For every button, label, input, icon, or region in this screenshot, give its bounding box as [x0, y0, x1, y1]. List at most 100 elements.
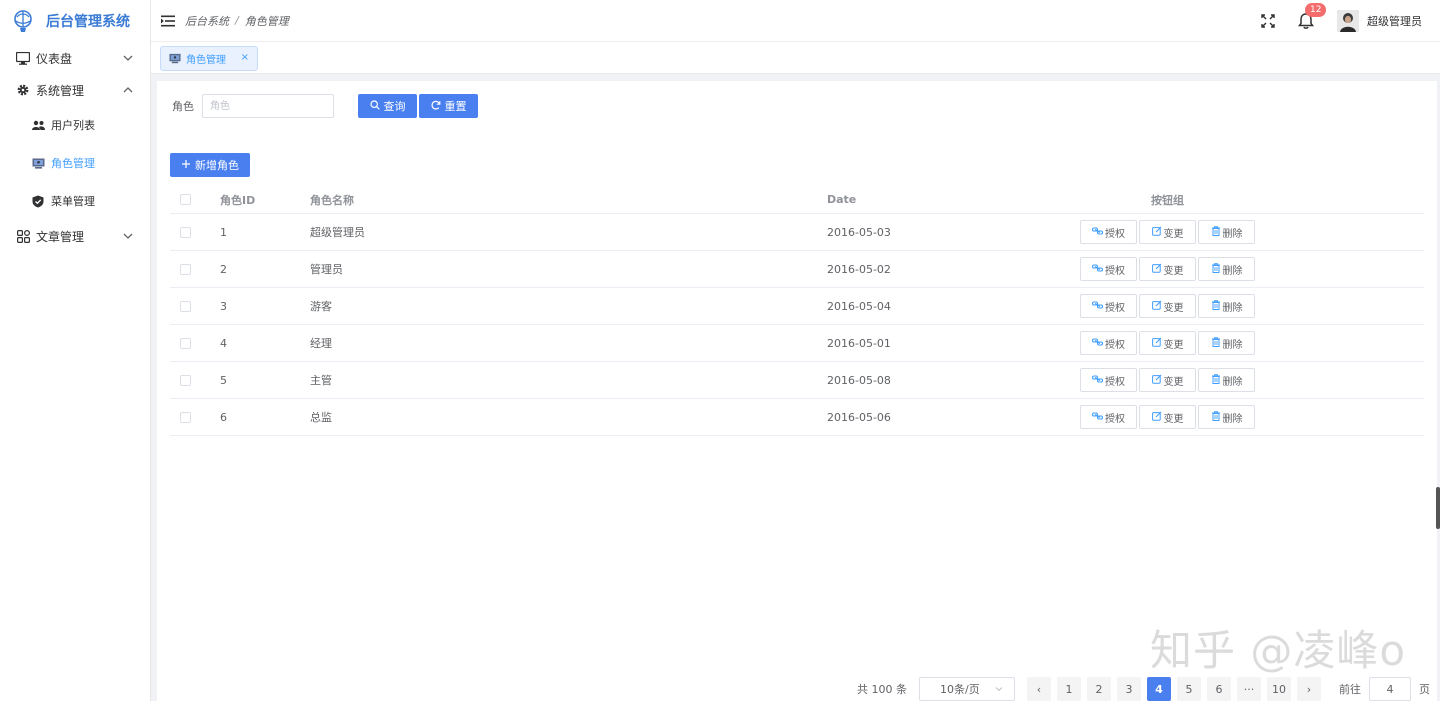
edit-button[interactable]: 变更: [1139, 257, 1196, 281]
add-role-label: 新增角色: [195, 159, 239, 172]
next-page-button[interactable]: ›: [1297, 677, 1321, 701]
page-button[interactable]: 4: [1147, 677, 1171, 701]
delete-button[interactable]: 删除: [1198, 405, 1255, 429]
table-row: 3 游客 2016-05-04 授权 变更 删除: [170, 288, 1424, 325]
edit-button[interactable]: 变更: [1139, 220, 1196, 244]
cell-date: 2016-05-06: [827, 410, 891, 424]
sidebar-item-menus[interactable]: 菜单管理: [0, 182, 150, 220]
scrollbar-thumb[interactable]: [1436, 487, 1440, 529]
row-checkbox[interactable]: [180, 226, 191, 238]
column-header-id: 角色ID: [220, 193, 256, 207]
menu-toggle-icon[interactable]: [161, 15, 175, 27]
row-checkbox[interactable]: [180, 263, 191, 275]
page-size-value: 10条/页: [940, 683, 980, 696]
row-checkbox[interactable]: [180, 300, 191, 312]
notification-badge: 12: [1305, 3, 1327, 17]
page-size-select[interactable]: 10条/页: [919, 677, 1015, 701]
tag-roles[interactable]: 角色管理 ×: [160, 46, 258, 71]
page-button[interactable]: 2: [1087, 677, 1111, 701]
edit-button[interactable]: 变更: [1139, 331, 1196, 355]
edit-button[interactable]: 变更: [1139, 405, 1196, 429]
users-icon: [32, 119, 45, 132]
delete-button[interactable]: 删除: [1198, 294, 1255, 318]
pagination: 共 100 条 10条/页 ‹ 123456···10 › 前往 页: [857, 677, 1430, 701]
goto-page-input[interactable]: [1369, 677, 1411, 701]
avatar[interactable]: [1337, 10, 1359, 32]
edit-button[interactable]: 变更: [1139, 294, 1196, 318]
delete-button[interactable]: 删除: [1198, 331, 1255, 355]
sidebar-item-users[interactable]: 用户列表: [0, 106, 150, 144]
authorize-button[interactable]: 授权: [1080, 331, 1137, 355]
edit-label: 变更: [1163, 339, 1184, 351]
edit-icon: [1151, 226, 1162, 239]
delete-label: 删除: [1222, 302, 1243, 314]
authorize-button[interactable]: 授权: [1080, 405, 1137, 429]
delete-button[interactable]: 删除: [1198, 368, 1255, 392]
breadcrumb: 后台系统 / 角色管理: [185, 13, 289, 29]
cell-role-id: 1: [220, 225, 227, 239]
authorize-button[interactable]: 授权: [1080, 257, 1137, 281]
authorize-button[interactable]: 授权: [1080, 294, 1137, 318]
delete-button[interactable]: 删除: [1198, 257, 1255, 281]
chevron-up-icon: [123, 87, 133, 93]
query-button[interactable]: 查询: [358, 94, 417, 118]
authorize-button[interactable]: 授权: [1080, 368, 1137, 392]
trash-icon: [1211, 225, 1221, 239]
edit-button[interactable]: 变更: [1139, 368, 1196, 392]
page-button[interactable]: 1: [1057, 677, 1081, 701]
chevron-down-icon: [123, 55, 133, 61]
page-button[interactable]: 3: [1117, 677, 1141, 701]
add-role-button[interactable]: 新增角色: [170, 153, 250, 177]
select-all-checkbox[interactable]: [180, 194, 191, 205]
breadcrumb-item[interactable]: 后台系统: [185, 13, 229, 29]
cell-date: 2016-05-02: [827, 262, 891, 276]
column-header-ops: 按钮组: [1151, 193, 1184, 207]
page-button[interactable]: 6: [1207, 677, 1231, 701]
username[interactable]: 超级管理员: [1367, 13, 1422, 29]
close-icon[interactable]: ×: [241, 52, 249, 63]
cell-date: 2016-05-04: [827, 299, 891, 313]
row-checkbox[interactable]: [180, 411, 191, 423]
trash-icon: [1211, 410, 1221, 424]
page-ellipsis[interactable]: ···: [1237, 677, 1261, 701]
notifications[interactable]: 12: [1297, 3, 1327, 30]
sidebar-item-roles[interactable]: 角色管理: [0, 144, 150, 182]
page-button[interactable]: 10: [1267, 677, 1291, 701]
sidebar-item-system[interactable]: 系统管理: [0, 74, 150, 106]
delete-button[interactable]: 删除: [1198, 220, 1255, 244]
fullscreen-icon[interactable]: [1261, 14, 1275, 28]
top-header: 后台系统 / 角色管理 12 超级管理员: [151, 0, 1440, 42]
cell-role-id: 4: [220, 336, 227, 350]
edit-icon: [1151, 263, 1162, 276]
delete-label: 删除: [1222, 413, 1243, 425]
authorize-label: 授权: [1105, 339, 1125, 351]
prev-page-button[interactable]: ‹: [1027, 677, 1051, 701]
delete-label: 删除: [1222, 339, 1243, 351]
row-checkbox[interactable]: [180, 337, 191, 349]
table-body: 1 超级管理员 2016-05-03 授权 变更 删除 2 管理员 2016-05-02 授权 变更…: [170, 214, 1424, 436]
column-header-date: Date: [827, 193, 857, 206]
authorize-button[interactable]: 授权: [1080, 220, 1137, 244]
trash-icon: [1211, 336, 1221, 350]
delete-label: 删除: [1222, 376, 1243, 388]
sidebar-item-dashboard[interactable]: 仪表盘: [0, 42, 150, 74]
page-button[interactable]: 5: [1177, 677, 1201, 701]
cell-role-id: 3: [220, 299, 227, 313]
sidebar-item-articles[interactable]: 文章管理: [0, 220, 150, 252]
edit-label: 变更: [1163, 228, 1184, 240]
goto-label: 前往: [1339, 683, 1361, 696]
cell-date: 2016-05-01: [827, 336, 891, 350]
chevron-down-icon: [123, 233, 133, 239]
reset-button[interactable]: 重置: [419, 94, 478, 118]
role-search-input[interactable]: [202, 94, 334, 118]
page-list: 1 2 3 4 5 6 ··· 10: [1057, 677, 1297, 701]
search-form: 角色 查询 重置: [172, 94, 478, 118]
row-checkbox[interactable]: [180, 374, 191, 386]
cell-date: 2016-05-08: [827, 373, 891, 387]
cell-role-name: 游客: [310, 300, 332, 313]
edit-icon: [1151, 411, 1162, 424]
tags-bar: 角色管理 ×: [151, 42, 1440, 74]
table-row: 1 超级管理员 2016-05-03 授权 变更 删除: [170, 214, 1424, 251]
cell-role-id: 2: [220, 262, 227, 276]
edit-label: 变更: [1163, 302, 1184, 314]
